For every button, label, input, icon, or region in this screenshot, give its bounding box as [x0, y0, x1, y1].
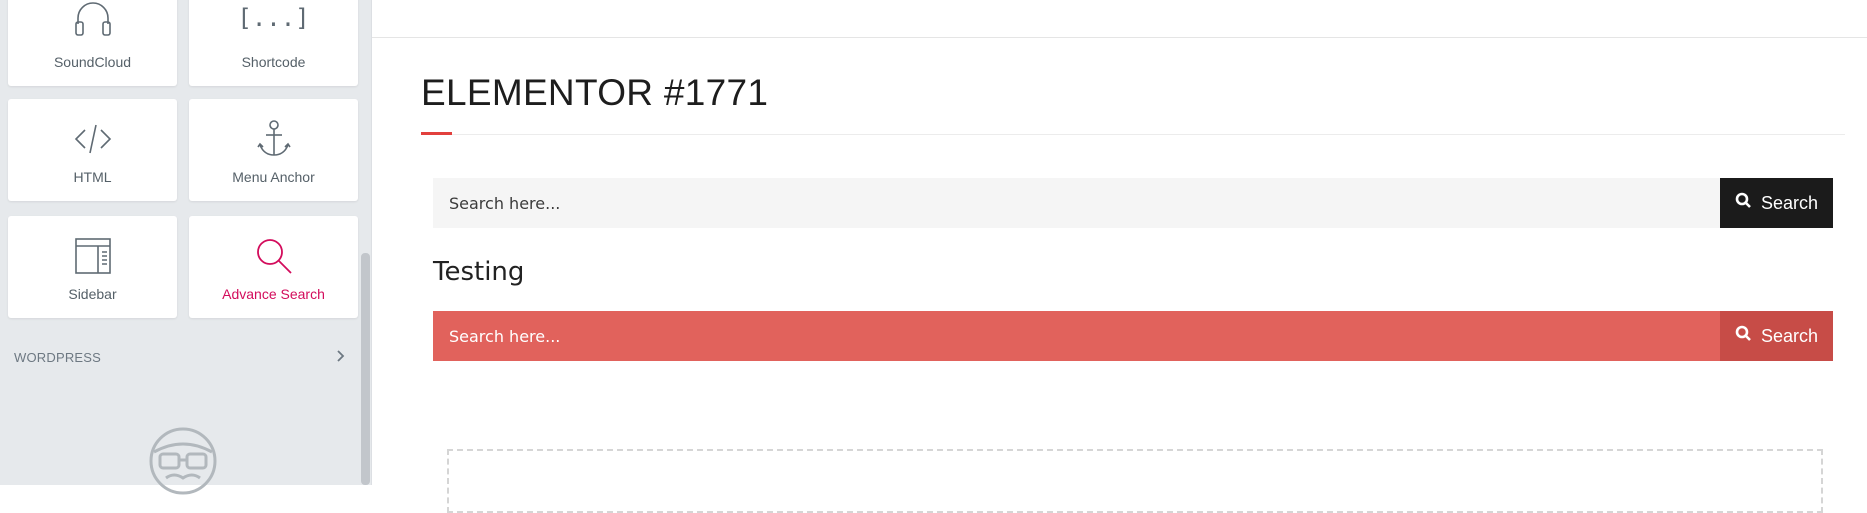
- search-button[interactable]: Search: [1720, 178, 1833, 228]
- widget-label: Shortcode: [241, 54, 306, 70]
- widget-soundcloud[interactable]: SoundCloud: [8, 0, 177, 86]
- search-button-label: Search: [1760, 325, 1819, 346]
- anchor-icon: [189, 117, 358, 161]
- panel-scrollbar[interactable]: [361, 253, 370, 485]
- search-input[interactable]: [433, 311, 1720, 361]
- title-accent-bar: [421, 132, 452, 135]
- preview-header: [372, 0, 1867, 38]
- search-form-red: Search: [433, 311, 1833, 361]
- category-title: WORDPRESS: [14, 350, 102, 365]
- headphones-icon: [8, 0, 177, 40]
- page-preview: ELEMENTOR #1771 Search Testing Search: [371, 0, 1867, 513]
- widget-panel: SoundCloud [...] Shortcode HTML Menu Anc…: [0, 0, 371, 495]
- chevron-right-icon: [335, 348, 345, 369]
- search-form-dark: Search: [433, 178, 1833, 228]
- widget-menu-anchor[interactable]: Menu Anchor: [189, 99, 358, 201]
- code-icon: [8, 117, 177, 161]
- page-title: ELEMENTOR #1771: [421, 72, 769, 113]
- widget-label: SoundCloud: [53, 54, 132, 70]
- search-icon: [1735, 325, 1752, 347]
- nerd-face-icon: [148, 426, 218, 501]
- widget-label: Menu Anchor: [232, 169, 315, 185]
- search-icon: [189, 234, 358, 278]
- widget-label: Sidebar: [68, 286, 117, 302]
- widget-label: HTML: [73, 169, 112, 185]
- search-button[interactable]: Search: [1720, 311, 1833, 361]
- search-icon: [1735, 192, 1752, 214]
- sidebar-layout-icon: [8, 234, 177, 278]
- add-section-dropzone[interactable]: [447, 449, 1823, 513]
- title-divider: [421, 134, 1845, 135]
- section-heading: Testing: [433, 257, 525, 287]
- shortcode-brackets-icon: [...]: [237, 4, 310, 32]
- category-wordpress[interactable]: WORDPRESS: [0, 340, 361, 374]
- widget-shortcode[interactable]: [...] Shortcode: [189, 0, 358, 86]
- widget-html[interactable]: HTML: [8, 99, 177, 201]
- widget-label: Advance Search: [222, 286, 325, 302]
- search-input[interactable]: [433, 178, 1720, 228]
- widget-advance-search[interactable]: Advance Search: [189, 216, 358, 318]
- search-button-label: Search: [1760, 192, 1819, 213]
- widget-sidebar[interactable]: Sidebar: [8, 216, 177, 318]
